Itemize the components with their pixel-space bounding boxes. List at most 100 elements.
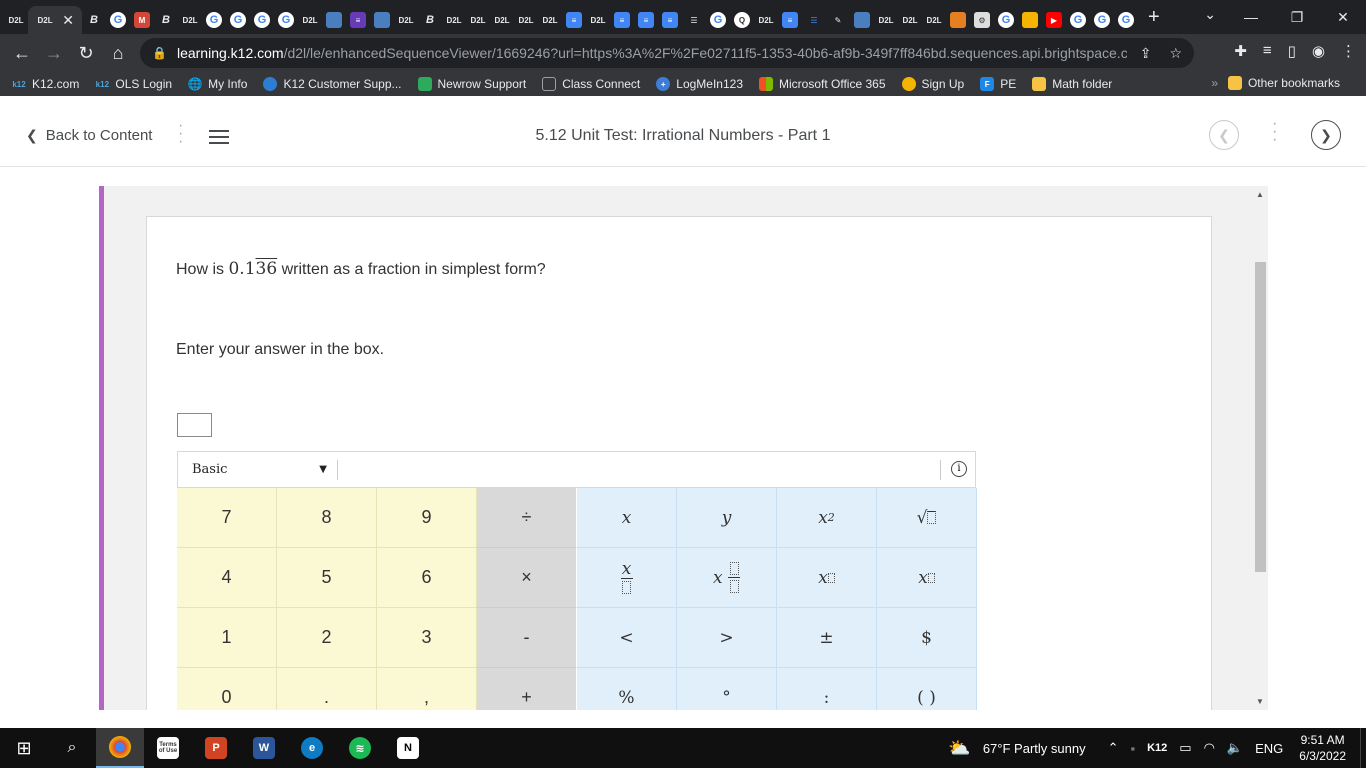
tab-docs[interactable]: ≡ [658, 6, 682, 34]
restore-icon[interactable]: ❐ [1274, 9, 1320, 26]
media-queue-icon[interactable]: ≡ [1263, 42, 1272, 60]
extensions-puzzle-icon[interactable]: ✚ [1234, 42, 1247, 60]
scrollbar-thumb[interactable] [1255, 262, 1266, 572]
key-divide[interactable]: ÷ [477, 488, 577, 548]
key-dollar[interactable]: $ [877, 608, 977, 668]
tab-gmail[interactable]: M [130, 6, 154, 34]
battery-icon[interactable]: ▭ [1179, 740, 1191, 756]
bookmark-sign-up[interactable]: Sign Up [901, 77, 964, 91]
tab-slides[interactable] [1018, 6, 1042, 34]
tab-brightspace[interactable]: B [154, 6, 178, 34]
tab-pen[interactable]: ✎ [826, 6, 850, 34]
key-y[interactable]: y [677, 488, 777, 548]
menu-kebab-icon[interactable]: ⋮ [1341, 42, 1356, 60]
key-8[interactable]: 8 [277, 488, 377, 548]
language-indicator[interactable]: ENG [1255, 741, 1283, 756]
clock[interactable]: 9:51 AM 6/3/2022 [1299, 732, 1346, 764]
key-less-than[interactable]: < [577, 608, 677, 668]
weather-text[interactable]: 67°F Partly sunny [983, 741, 1086, 756]
tab-list-app[interactable]: ≡ [346, 6, 370, 34]
bookmark-k12-support[interactable]: K12 Customer Supp... [263, 77, 402, 91]
key-minus[interactable]: - [477, 608, 577, 668]
new-tab-button[interactable]: + [1148, 6, 1160, 29]
key-greater-than[interactable]: > [677, 608, 777, 668]
key-exponent[interactable]: x [777, 548, 877, 608]
keypad-mode-select[interactable]: Basic ▼ [178, 459, 338, 480]
home-icon[interactable]: ⌂ [102, 43, 134, 64]
tab-google[interactable]: G [1090, 6, 1114, 34]
tab-google[interactable]: G [202, 6, 226, 34]
key-2[interactable]: 2 [277, 608, 377, 668]
bookmark-newrow[interactable]: Newrow Support [417, 77, 526, 91]
previous-button[interactable]: ❮ [1209, 120, 1239, 150]
tab-monitor[interactable] [370, 6, 394, 34]
tab-brightspace[interactable]: B [418, 6, 442, 34]
tab-d2l[interactable]: D2L [490, 6, 514, 34]
tab-d2l[interactable]: D2L [4, 6, 28, 34]
tab-d2l[interactable]: D2L [442, 6, 466, 34]
url-text[interactable]: learning.k12.com/d2l/le/enhancedSequence… [177, 45, 1127, 61]
bookmark-ols-login[interactable]: k12 OLS Login [95, 77, 172, 91]
key-4[interactable]: 4 [177, 548, 277, 608]
tab-youtube[interactable]: ▶ [1042, 6, 1066, 34]
bookmark-class-connect[interactable]: Class Connect [542, 77, 640, 91]
bookmark-other[interactable]: Other bookmarks [1227, 76, 1340, 90]
taskbar-chrome[interactable] [96, 728, 144, 768]
scroll-up-arrow-icon[interactable]: ▲ [1256, 190, 1264, 199]
tab-google[interactable]: G [1114, 6, 1138, 34]
tab-d2l[interactable]: D2L [898, 6, 922, 34]
tab-docs[interactable]: ≡ [634, 6, 658, 34]
tab-google[interactable]: G [706, 6, 730, 34]
tab-google[interactable]: G [1066, 6, 1090, 34]
tab-docs[interactable]: ≡ [778, 6, 802, 34]
taskbar-terms-of-use[interactable]: Terms of Use [144, 728, 192, 768]
lock-icon[interactable]: 🔒 [152, 46, 167, 60]
key-x[interactable]: x [577, 488, 677, 548]
forward-arrow-icon[interactable]: → [38, 43, 70, 64]
key-fraction-x[interactable]: x [577, 548, 677, 608]
chevron-up-icon[interactable]: ⌃ [1108, 740, 1119, 756]
share-icon[interactable]: ⇪ [1140, 45, 1152, 62]
tab-docs[interactable]: ≡ [610, 6, 634, 34]
tab-google[interactable]: G [994, 6, 1018, 34]
bookmark-pe[interactable]: F PE [980, 77, 1016, 91]
bookmark-my-info[interactable]: 🌐 My Info [188, 77, 248, 91]
more-bookmarks-chevron-icon[interactable]: » [1211, 76, 1218, 90]
tab-google[interactable]: G [274, 6, 298, 34]
taskbar-edge[interactable]: e [288, 728, 336, 768]
taskbar-spotify[interactable]: ≋ [336, 728, 384, 768]
profile-avatar-icon[interactable]: ◉ [1312, 42, 1325, 60]
tab-quizlet[interactable]: Q [730, 6, 754, 34]
side-panel-icon[interactable]: ▯ [1288, 42, 1296, 60]
next-button[interactable]: ❯ [1311, 120, 1341, 150]
key-9[interactable]: 9 [377, 488, 477, 548]
key-1[interactable]: 1 [177, 608, 277, 668]
k12-tray-icon[interactable]: K12 [1147, 742, 1167, 754]
close-window-icon[interactable]: ✕ [1320, 9, 1366, 26]
info-icon[interactable]: i [951, 461, 967, 477]
tab-lines[interactable]: ☰ [682, 6, 706, 34]
wifi-icon[interactable]: ◠ [1204, 740, 1215, 756]
taskbar-word[interactable]: W [240, 728, 288, 768]
tab-google[interactable]: G [106, 6, 130, 34]
reload-icon[interactable]: ↻ [70, 43, 102, 64]
tab-game[interactable] [946, 6, 970, 34]
key-mixed-number[interactable]: x [677, 548, 777, 608]
tab-d2l[interactable]: D2L [754, 6, 778, 34]
tab-gear[interactable]: ⚙ [970, 6, 994, 34]
taskbar-powerpoint[interactable]: P [192, 728, 240, 768]
close-icon[interactable]: ✕ [62, 12, 74, 29]
key-3[interactable]: 3 [377, 608, 477, 668]
tab-d2l[interactable]: D2L [538, 6, 562, 34]
bookmark-star-icon[interactable]: ☆ [1169, 45, 1182, 62]
tab-d2l[interactable]: D2L [394, 6, 418, 34]
windows-start-icon[interactable]: ⊞ [0, 728, 48, 768]
bookmark-k12[interactable]: k12 K12.com [12, 77, 79, 91]
key-5[interactable]: 5 [277, 548, 377, 608]
volume-icon[interactable]: 🔈 [1227, 740, 1243, 756]
scroll-down-arrow-icon[interactable]: ▼ [1256, 697, 1264, 706]
weather-icon[interactable]: ⛅ [948, 738, 970, 759]
tab-d2l[interactable]: D2L [922, 6, 946, 34]
tab-d2l[interactable]: D2L [586, 6, 610, 34]
tab-blue-lines[interactable]: ☰ [802, 6, 826, 34]
